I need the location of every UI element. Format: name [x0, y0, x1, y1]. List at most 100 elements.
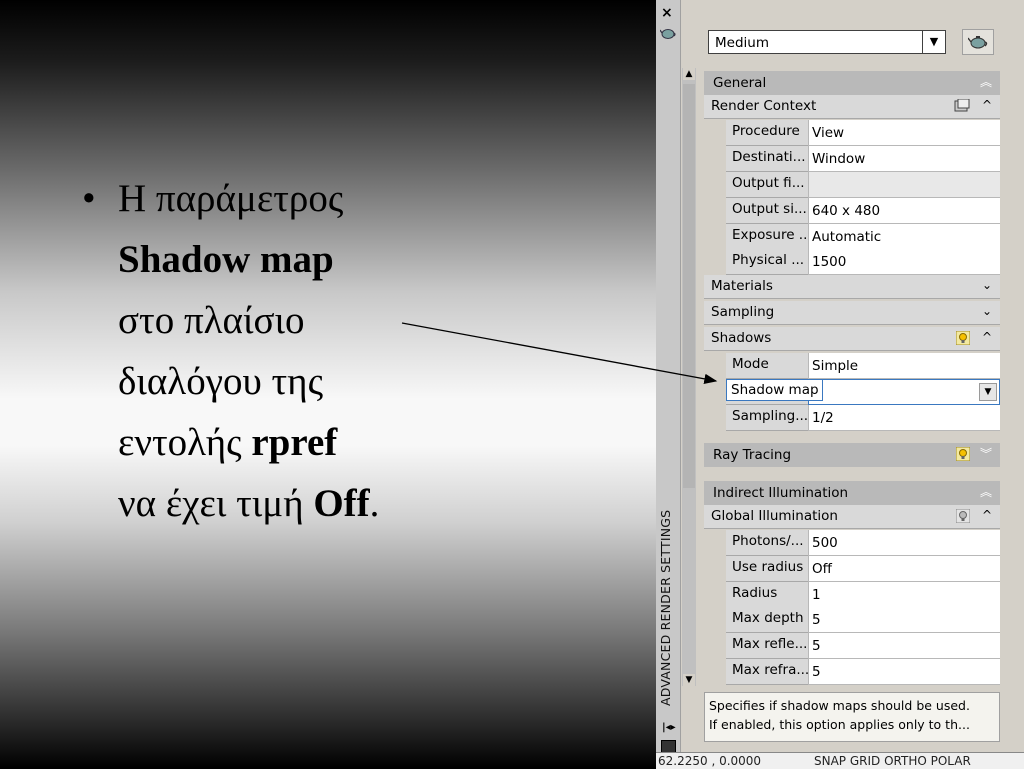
- chevron-up-icon[interactable]: ^: [982, 508, 992, 522]
- property-name: Output si...: [726, 198, 808, 224]
- collapse-icon[interactable]: ︽: [980, 483, 992, 500]
- category-shadows[interactable]: Shadows ^: [704, 327, 1000, 351]
- chevron-up-icon[interactable]: ^: [982, 330, 992, 344]
- render-preset-value: Medium: [715, 35, 769, 51]
- lightbulb-off-icon[interactable]: [955, 508, 971, 527]
- property-value[interactable]: 640 x 480: [808, 198, 1000, 224]
- property-name: Output fi...: [726, 172, 808, 198]
- chevron-down-icon[interactable]: ▼: [979, 383, 997, 401]
- property-name: Procedure: [726, 120, 808, 146]
- description-line-1: Specifies if shadow maps should be used.: [709, 698, 970, 713]
- indent-gutter: [704, 352, 726, 430]
- scroll-thumb[interactable]: [683, 84, 695, 488]
- property-row[interactable]: Sampling... 1/2: [726, 405, 1000, 431]
- close-icon[interactable]: ×: [661, 6, 673, 20]
- property-value[interactable]: View: [808, 120, 1000, 146]
- property-value[interactable]: 5: [808, 659, 1000, 685]
- chevron-down-icon[interactable]: ▼: [922, 31, 945, 53]
- property-value[interactable]: [808, 172, 1000, 198]
- category-global-illumination-label: Global Illumination: [711, 508, 838, 524]
- property-value[interactable]: 1: [808, 582, 1000, 608]
- section-ray-tracing-label: Ray Tracing: [713, 447, 792, 463]
- category-render-context[interactable]: Render Context ^: [704, 95, 1000, 119]
- render-presets-manager-button[interactable]: [962, 29, 994, 55]
- category-sampling[interactable]: Sampling ⌄: [704, 301, 1000, 325]
- slide-line-6: να έχει τιμή Off.: [118, 482, 380, 525]
- advanced-render-settings-palette: × ADVANCED RENDER SETTINGS |◂▸ ▲ ▼ Mediu…: [656, 0, 1024, 768]
- description-line-2: If enabled, this option applies only to …: [709, 717, 970, 732]
- property-name: Radius: [726, 582, 808, 608]
- slide-line-4: διαλόγου της: [118, 360, 324, 403]
- category-global-illumination[interactable]: Global Illumination ^: [704, 505, 1000, 529]
- slide-line-5: εντολής rpref: [118, 421, 338, 464]
- property-value[interactable]: Simple: [808, 353, 1000, 379]
- property-value[interactable]: Automatic: [808, 224, 1000, 250]
- collapse-icon[interactable]: ︽: [980, 73, 992, 90]
- property-name: Exposure ...: [726, 224, 808, 250]
- property-row[interactable]: Max depth 5: [726, 607, 1000, 633]
- scroll-down-icon[interactable]: ▼: [683, 674, 695, 686]
- auto-hide-icon[interactable]: |◂▸: [662, 722, 676, 733]
- palette-scrollbar[interactable]: ▲ ▼: [682, 68, 696, 686]
- status-bar: 62.2250 , 0.0000 SNAP GRID ORTHO POLAR: [656, 752, 1024, 769]
- palette-vertical-title: ADVANCED RENDER SETTINGS: [658, 509, 673, 706]
- property-row[interactable]: Physical ... 1500: [726, 249, 1000, 275]
- property-name: Physical ...: [726, 249, 808, 275]
- property-name: Max refle...: [726, 633, 808, 659]
- property-name: Max depth: [726, 607, 808, 633]
- property-name: Use radius: [726, 556, 808, 582]
- render-teapot-icon: [660, 29, 676, 39]
- render-teapot-icon: [967, 36, 988, 49]
- render-preset-dropdown[interactable]: Medium ▼: [708, 30, 946, 54]
- property-row[interactable]: Max refle... 5: [726, 633, 1000, 659]
- property-row[interactable]: Output si... 640 x 480: [726, 198, 1000, 224]
- category-materials[interactable]: Materials ⌄: [704, 275, 1000, 299]
- scroll-up-icon[interactable]: ▲: [683, 68, 695, 80]
- property-name: Photons/...: [726, 530, 808, 556]
- property-name: Max refra...: [726, 659, 808, 685]
- property-value[interactable]: 5: [808, 607, 1000, 633]
- bullet-glyph: •: [82, 177, 96, 220]
- expand-icon[interactable]: ︾: [980, 445, 992, 462]
- category-sampling-label: Sampling: [711, 304, 775, 320]
- property-row[interactable]: Mode Simple: [726, 353, 1000, 379]
- palette-title-strip[interactable]: × ADVANCED RENDER SETTINGS |◂▸: [656, 0, 681, 768]
- category-render-context-label: Render Context: [711, 98, 817, 114]
- lightbulb-icon[interactable]: [955, 446, 971, 465]
- coordinates-readout: 62.2250 , 0.0000: [658, 754, 762, 768]
- drafting-toggles[interactable]: SNAP GRID ORTHO POLAR: [814, 754, 971, 768]
- property-value[interactable]: Window: [808, 146, 1000, 172]
- chevron-down-icon[interactable]: ⌄: [982, 278, 992, 292]
- lightbulb-icon[interactable]: [955, 330, 971, 349]
- property-row[interactable]: Radius 1: [726, 582, 1000, 608]
- shadow-map-dropdown[interactable]: ff ▼: [808, 379, 1000, 405]
- section-ray-tracing[interactable]: Ray Tracing ︾: [704, 443, 1000, 467]
- chevron-down-icon[interactable]: ⌄: [982, 304, 992, 318]
- chevron-up-icon[interactable]: ^: [982, 98, 992, 112]
- property-value[interactable]: 500: [808, 530, 1000, 556]
- indent-gutter: [704, 120, 726, 276]
- slide-line-2: Shadow map: [118, 238, 334, 281]
- indent-gutter: [704, 530, 726, 690]
- slide-bullet-text: • Η παράμετρος Shadow map στο πλαίσιο δι…: [82, 168, 602, 534]
- section-general-label: General: [713, 75, 767, 91]
- section-indirect-illumination-label: Indirect Illumination: [713, 485, 849, 501]
- section-general[interactable]: General ︽: [704, 71, 1000, 95]
- property-value[interactable]: 1/2: [808, 405, 1000, 431]
- property-row[interactable]: Use radius Off: [726, 556, 1000, 582]
- slide-line-3: στο πλαίσιο: [118, 299, 305, 342]
- render-window-icon[interactable]: [954, 98, 970, 117]
- property-row[interactable]: Max refra... 5: [726, 659, 1000, 685]
- description-panel: Specifies if shadow maps should be used.…: [704, 692, 1000, 742]
- property-value[interactable]: 5: [808, 633, 1000, 659]
- shadow-map-tooltip: Shadow map: [726, 379, 823, 401]
- property-row[interactable]: Destinati... Window: [726, 146, 1000, 172]
- property-value[interactable]: Off: [808, 556, 1000, 582]
- section-indirect-illumination[interactable]: Indirect Illumination ︽: [704, 481, 1000, 505]
- property-value[interactable]: 1500: [808, 249, 1000, 275]
- property-row[interactable]: Photons/... 500: [726, 530, 1000, 556]
- property-row[interactable]: Procedure View: [726, 120, 1000, 146]
- category-materials-label: Materials: [711, 278, 773, 294]
- property-row[interactable]: Output fi...: [726, 172, 1000, 198]
- property-row[interactable]: Exposure ... Automatic: [726, 224, 1000, 250]
